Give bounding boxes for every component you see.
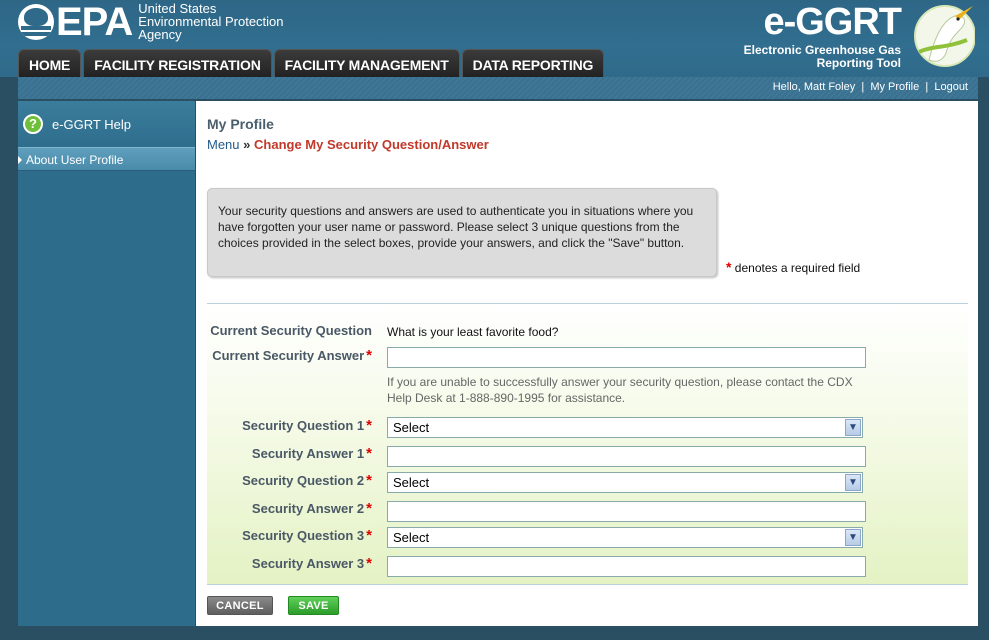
breadcrumb-menu-link[interactable]: Menu <box>207 137 240 152</box>
security-answer-2-label: Security Answer 2 * <box>252 500 372 517</box>
security-question-3-select[interactable]: Select ▼ <box>387 527 863 548</box>
security-answer-3-input[interactable] <box>387 556 866 577</box>
chevron-down-icon[interactable]: ▼ <box>845 474 861 491</box>
app-header: EPA United States Environmental Protecti… <box>0 0 989 77</box>
eggrt-title: e-GGRT <box>763 1 902 43</box>
sidebar-item-about-user-profile[interactable]: About User Profile <box>18 147 195 171</box>
main-content: My Profile Menu » Change My Security Que… <box>196 101 978 626</box>
main-nav: HOME FACILITY REGISTRATION FACILITY MANA… <box>18 49 605 77</box>
epa-flower-icon <box>18 4 54 40</box>
breadcrumb-current: Change My Security Question/Answer <box>254 137 489 152</box>
logout-link[interactable]: Logout <box>934 81 968 93</box>
tab-facility-registration[interactable]: FACILITY REGISTRATION <box>83 49 272 77</box>
help-title: e-GGRT Help <box>52 116 131 132</box>
security-question-1-label: Security Question 1 * <box>242 417 372 434</box>
tab-data-reporting[interactable]: DATA REPORTING <box>461 49 605 77</box>
required-star: * <box>366 417 372 434</box>
breadcrumb-separator: » <box>243 137 251 152</box>
agency-line-3: Agency <box>138 27 182 42</box>
current-question-label: Current Security Question <box>210 323 372 338</box>
security-form: Current Security Question What is your l… <box>207 303 968 585</box>
required-star: * <box>726 259 732 275</box>
egret-bird-icon <box>914 5 975 67</box>
agency-name: United States Environmental Protection A… <box>138 2 283 41</box>
page-title: My Profile <box>207 116 274 132</box>
security-question-1-label-text: Security Question 1 <box>242 418 365 433</box>
security-question-2-label-text: Security Question 2 <box>242 473 365 488</box>
user-links: Hello, Matt Foley | My Profile | Logout <box>773 81 968 93</box>
current-question-value: What is your least favorite food? <box>387 325 559 339</box>
tab-facility-management[interactable]: FACILITY MANAGEMENT <box>273 49 460 77</box>
security-question-2-select[interactable]: Select ▼ <box>387 472 863 493</box>
security-question-2-value: Select <box>393 475 430 490</box>
tab-home[interactable]: HOME <box>18 49 82 77</box>
required-star: * <box>366 555 372 572</box>
security-answer-2-input[interactable] <box>387 501 866 522</box>
current-answer-label: Current Security Answer * <box>212 347 372 364</box>
required-star: * <box>366 347 372 364</box>
required-star: * <box>366 500 372 517</box>
my-profile-link[interactable]: My Profile <box>870 81 919 93</box>
help-header[interactable]: ? e-GGRT Help <box>18 101 195 147</box>
security-question-3-value: Select <box>393 530 430 545</box>
security-answer-3-label: Security Answer 3 * <box>252 555 372 572</box>
security-answer-2-label-text: Security Answer 2 <box>251 501 365 516</box>
chevron-down-icon[interactable]: ▼ <box>845 419 861 436</box>
user-greeting: Hello, Matt Foley <box>772 81 856 93</box>
security-answer-1-label-text: Security Answer 1 <box>251 446 365 461</box>
epa-wordmark: EPA <box>56 0 133 44</box>
security-question-3-label: Security Question 3 * <box>242 527 372 544</box>
current-answer-label-text: Current Security Answer <box>212 348 365 363</box>
current-answer-input[interactable] <box>387 347 866 368</box>
help-question-icon: ? <box>23 114 43 134</box>
breadcrumb: Menu » Change My Security Question/Answe… <box>207 137 489 152</box>
eggrt-brand: e-GGRT Electronic Greenhouse Gas Reporti… <box>744 1 902 70</box>
epa-logo[interactable]: EPA United States Environmental Protecti… <box>18 2 284 42</box>
cancel-button[interactable]: CANCEL <box>207 596 273 615</box>
security-answer-1-label: Security Answer 1 * <box>252 445 372 462</box>
user-links-separator-1: | <box>861 81 865 93</box>
security-question-1-select[interactable]: Select ▼ <box>387 417 863 438</box>
help-desk-hint: If you are unable to successfully answer… <box>387 375 853 405</box>
chevron-down-icon[interactable]: ▼ <box>845 529 861 546</box>
required-star: * <box>366 527 372 544</box>
user-links-separator-2: | <box>925 81 929 93</box>
required-star: * <box>366 472 372 489</box>
security-answer-3-label-text: Security Answer 3 <box>251 556 365 571</box>
required-star: * <box>366 445 372 462</box>
sidebar: ? e-GGRT Help About User Profile <box>18 101 195 626</box>
user-bar: Hello, Matt Foley | My Profile | Logout <box>18 77 978 99</box>
security-question-2-label: Security Question 2 * <box>242 472 372 489</box>
save-button[interactable]: SAVE <box>288 596 339 615</box>
security-question-1-value: Select <box>393 420 430 435</box>
security-answer-1-input[interactable] <box>387 446 866 467</box>
required-note-text: denotes a required field <box>734 261 861 275</box>
security-question-3-label-text: Security Question 3 <box>242 528 365 543</box>
eggrt-subtitle-2: Reporting Tool <box>816 56 901 70</box>
info-box: Your security questions and answers are … <box>207 188 717 277</box>
required-note: * denotes a required field <box>726 259 860 275</box>
